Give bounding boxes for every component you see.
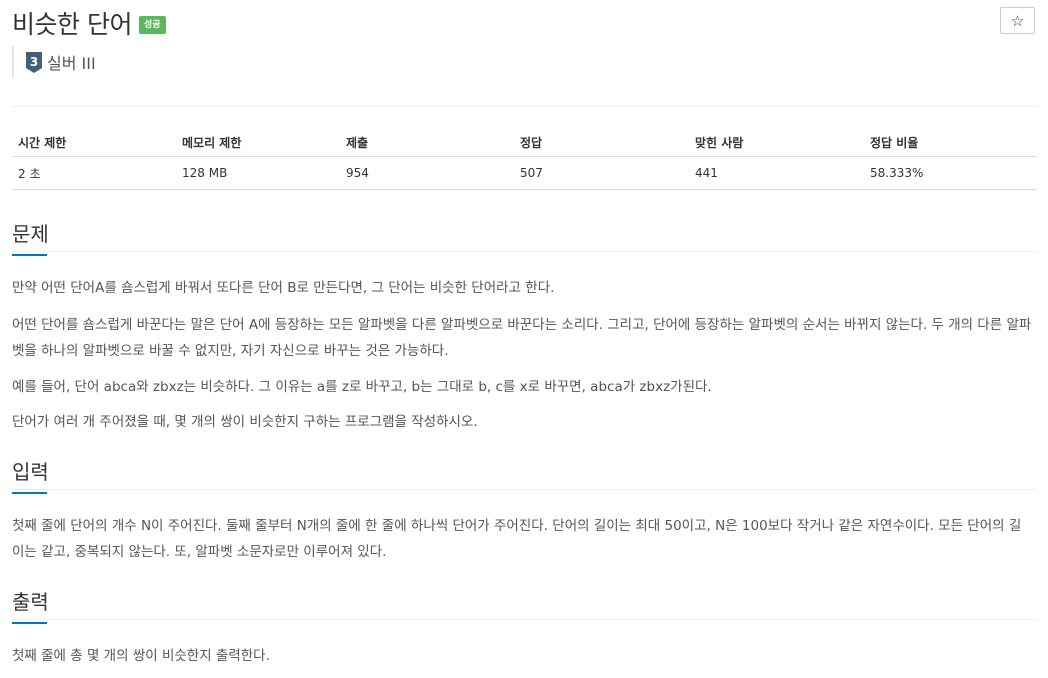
solved-users-value[interactable]: 441 <box>689 156 864 190</box>
header-solved-users: 맞힌 사람 <box>689 128 864 157</box>
section-underline <box>12 492 47 494</box>
section-title-input: 입력 <box>12 456 49 494</box>
problem-paragraph-4: 단어가 여러 개 주어졌을 때, 몇 개의 쌍이 비슷한지 구하는 프로그램을 … <box>12 414 478 430</box>
problem-paragraph-3: 예를 들어, 단어 abca와 zbxz는 비슷하다. 그 이유는 a를 z로 … <box>12 379 712 395</box>
section-divider <box>12 489 1037 490</box>
output-paragraph-1: 첫째 줄에 총 몇 개의 쌍이 비슷한지 출력한다. <box>12 648 270 664</box>
status-badge: 성공 <box>138 15 166 34</box>
problem-info-table: 시간 제한 메모리 제한 제출 정답 맞힌 사람 정답 비율 2 초 128 M… <box>12 128 1037 190</box>
favorite-button[interactable]: ☆ <box>1000 7 1035 34</box>
table-row: 2 초 128 MB 954 507 441 58.333% <box>12 156 1037 190</box>
tier-info: 3 실버 III <box>12 46 96 78</box>
header-submissions: 제출 <box>340 128 514 157</box>
divider <box>12 106 1037 107</box>
tier-number: 3 <box>30 55 38 69</box>
header-memory-limit: 메모리 제한 <box>176 128 340 157</box>
star-icon: ☆ <box>1010 11 1025 30</box>
problem-paragraph-2: 어떤 단어를 숌스럽게 바꾼다는 말은 단어 A에 등장하는 모든 알파벳을 다… <box>12 317 1032 359</box>
section-divider <box>12 619 1037 620</box>
table-header-row: 시간 제한 메모리 제한 제출 정답 맞힌 사람 정답 비율 <box>12 128 1037 157</box>
accepted-value[interactable]: 507 <box>514 156 689 190</box>
memory-limit-value: 128 MB <box>176 156 340 190</box>
title-row: 비슷한 단어 성공 <box>12 7 166 39</box>
input-paragraph-1: 첫째 줄에 단어의 개수 N이 주어진다. 둘째 줄부터 N개의 줄에 한 줄에… <box>12 518 1022 560</box>
problem-paragraph-1: 만약 어떤 단어A를 숌스럽게 바꿔서 또다른 단어 B로 만든다면, 그 단어… <box>12 280 555 296</box>
submissions-value[interactable]: 954 <box>340 156 514 190</box>
accept-ratio-value: 58.333% <box>864 156 1037 190</box>
section-underline <box>12 622 47 624</box>
header-accept-ratio: 정답 비율 <box>864 128 1037 157</box>
silver-tier-icon[interactable]: 3 <box>26 51 42 73</box>
problem-title: 비슷한 단어 <box>12 10 132 39</box>
section-divider <box>12 251 1037 252</box>
section-title-output: 출력 <box>12 586 49 624</box>
section-underline <box>12 254 47 256</box>
tier-label: 실버 III <box>47 54 96 73</box>
header-time-limit: 시간 제한 <box>12 128 176 157</box>
section-title-problem: 문제 <box>12 218 49 256</box>
header-accepted: 정답 <box>514 128 689 157</box>
time-limit-value: 2 초 <box>12 156 176 190</box>
